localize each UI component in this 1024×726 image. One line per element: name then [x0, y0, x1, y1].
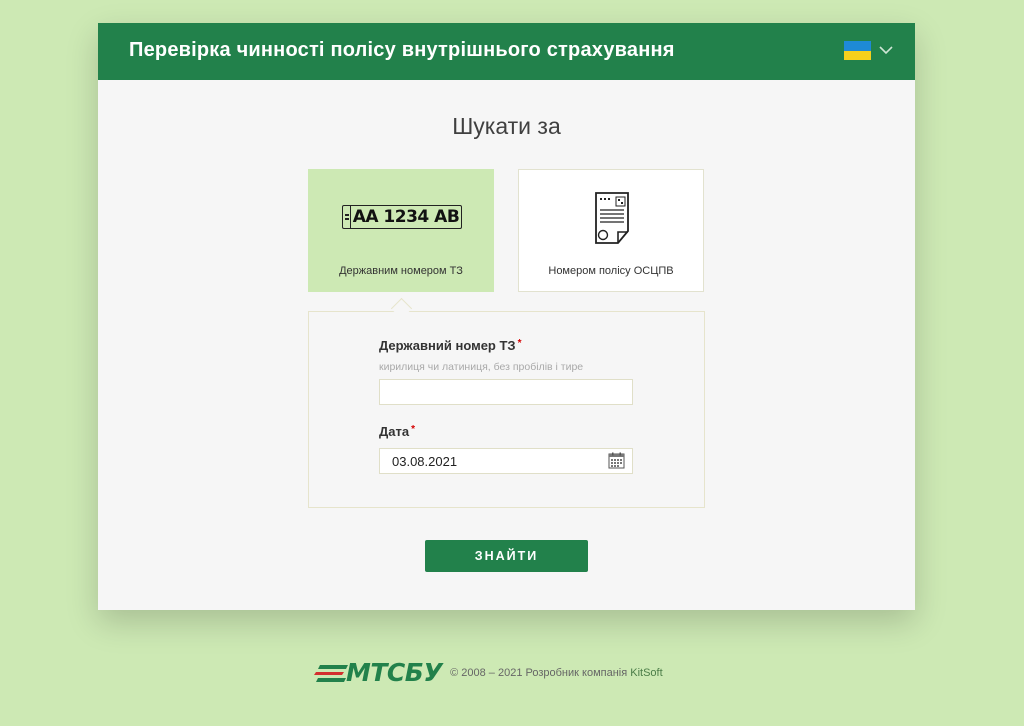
calendar-icon[interactable]: [608, 452, 625, 474]
page-title: Перевірка чинності полісу внутрішнього с…: [129, 39, 675, 61]
search-submit-button[interactable]: ЗНАЙТИ: [425, 540, 588, 572]
date-field-label: Дата *: [379, 424, 415, 439]
developer-link[interactable]: KitSoft: [630, 667, 662, 679]
search-option-policy[interactable]: Номером полісу ОСЦПВ: [518, 169, 704, 292]
license-plate-icon: AA 1234 AB: [342, 205, 462, 229]
document-icon: [594, 192, 630, 249]
footer: МТСБУ © 2008 – 2021 Розробник компанія K…: [314, 658, 663, 687]
search-form-panel: Державний номер ТЗ * кирилиця чи латиниця…: [308, 311, 705, 508]
search-option-policy-label: Номером полісу ОСЦПВ: [548, 265, 674, 277]
mtsbu-logo-text: МТСБУ: [346, 658, 443, 687]
plate-field-label: Державний номер ТЗ *: [379, 338, 522, 353]
plate-field-hint: кирилиця чи латиниця, без пробілів і тир…: [379, 361, 584, 373]
search-option-plate[interactable]: AA 1234 AB Державним номером ТЗ: [308, 169, 494, 292]
plate-number-input[interactable]: [379, 379, 633, 405]
search-option-plate-label: Державним номером ТЗ: [339, 265, 463, 277]
mtsbu-logo[interactable]: МТСБУ: [314, 658, 443, 687]
plate-sample-text: AA 1234 AB: [352, 207, 460, 227]
mtsbu-logo-mark-icon: [314, 664, 348, 682]
chevron-down-icon: [879, 46, 893, 55]
date-input[interactable]: [379, 448, 633, 474]
main-card: Перевірка чинності полісу внутрішнього с…: [98, 23, 915, 610]
search-by-heading: Шукати за: [452, 113, 561, 139]
ukraine-flag-icon: [844, 41, 871, 60]
language-selector[interactable]: [844, 41, 893, 60]
copyright-text: © 2008 – 2021 Розробник компанія KitSoft: [450, 666, 663, 679]
header-bar: Перевірка чинності полісу внутрішнього с…: [98, 23, 915, 80]
